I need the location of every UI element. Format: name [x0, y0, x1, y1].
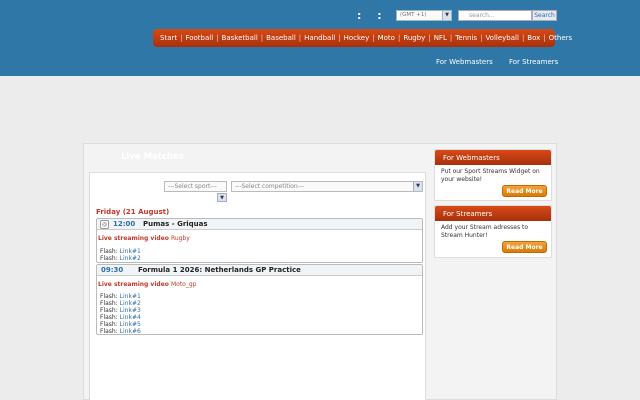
webmasters-box-text: Put our Sport Streams Widget on your web…	[441, 168, 540, 183]
nav-tennis[interactable]: Tennis	[455, 34, 477, 42]
link-for-streamers[interactable]: For Streamers	[509, 58, 558, 66]
nav-hockey[interactable]: Hockey	[344, 34, 370, 42]
nav-basketball[interactable]: Basketball	[222, 34, 258, 42]
nav-moto[interactable]: Moto	[378, 34, 395, 42]
search-input[interactable]: search...	[458, 10, 532, 21]
live-streaming-label: Live streaming video Rugby	[98, 235, 190, 242]
site-header: : : (GMT +1) ▼ search... Search Start | F…	[0, 0, 640, 76]
nav-handball[interactable]: Handball	[304, 34, 335, 42]
match-header[interactable]: 09:30 Formula 1 2026: Netherlands GP Pra…	[97, 265, 422, 276]
sport-nav: Start | Football | Basketball | Baseball | H…	[153, 29, 572, 47]
live-streaming-label: Live streaming video Moto_gp	[98, 281, 196, 288]
nav-football[interactable]: Football	[185, 34, 213, 42]
nav-start[interactable]: Start	[160, 34, 177, 42]
rugby-ball-icon: ◎	[100, 219, 109, 229]
stream-link-2[interactable]: Link#2	[120, 300, 141, 307]
page-title: Live Matches	[121, 152, 184, 162]
nav-rugby[interactable]: Rugby	[403, 34, 425, 42]
stream-link-1[interactable]: Link#1	[120, 293, 141, 300]
match-header[interactable]: ◎ 12:00 Pumas - Griquas	[97, 219, 422, 230]
match-card: 09:30 Formula 1 2026: Netherlands GP Pra…	[96, 264, 423, 335]
timezone-value: (GMT +1)	[400, 12, 427, 18]
clock: : :	[357, 9, 394, 22]
match-time: 09:30	[101, 266, 124, 274]
sport-name: Moto_gp	[170, 281, 197, 288]
stream-link-1[interactable]: Link#1	[120, 248, 141, 255]
sport-select[interactable]: ---Select sport---	[164, 181, 227, 192]
stream-links: Flash: Link#1 Flash: Link#2	[100, 248, 141, 262]
streamers-read-more-button[interactable]: Read More	[502, 241, 547, 253]
stream-link-3[interactable]: Link#3	[120, 307, 141, 314]
nav-others[interactable]: Others	[549, 34, 573, 42]
nav-nfl[interactable]: NFL	[434, 34, 447, 42]
stream-link-2[interactable]: Link#2	[120, 255, 141, 262]
nav-baseball[interactable]: Baseball	[266, 34, 296, 42]
streamers-box: For Streamers Add your Stream adresses t…	[434, 205, 552, 258]
competition-select-value: ---Select competition---	[235, 183, 305, 190]
streamers-box-title: For Streamers	[435, 206, 551, 221]
match-name[interactable]: Formula 1 2026: Netherlands GP Practice	[138, 266, 301, 274]
chevron-down-icon[interactable]: ▼	[217, 193, 227, 202]
webmasters-box: For Webmasters Put our Sport Streams Wid…	[434, 149, 552, 201]
match-time: 12:00	[113, 220, 136, 228]
sport-name: Rugby	[170, 235, 190, 242]
match-card: ◎ 12:00 Pumas - Griquas Live streaming v…	[96, 218, 423, 263]
link-for-webmasters[interactable]: For Webmasters	[436, 58, 493, 66]
webmasters-box-title: For Webmasters	[435, 150, 551, 165]
clock-sep-2: :	[377, 9, 382, 22]
day-heading: Friday (21 August)	[96, 208, 170, 216]
clock-sep-1: :	[357, 9, 362, 22]
chevron-down-icon: ▼	[442, 11, 451, 20]
search-button[interactable]: Search	[532, 10, 557, 21]
nav-box[interactable]: Box	[527, 34, 540, 42]
chevron-down-icon: ▼	[413, 182, 422, 191]
competition-select[interactable]: ---Select competition--- ▼	[231, 181, 423, 192]
webmasters-read-more-button[interactable]: Read More	[502, 185, 547, 197]
live-text: Live streaming video	[98, 235, 169, 242]
search-placeholder: search...	[469, 12, 495, 19]
streamers-box-text: Add your Stream adresses to Stream Hunte…	[441, 224, 529, 239]
stream-link-5[interactable]: Link#5	[120, 321, 141, 328]
stream-links: Flash: Link#1 Flash: Link#2 Flash: Link#…	[100, 293, 141, 335]
timezone-select[interactable]: (GMT +1) ▼	[396, 10, 452, 21]
stream-link-6[interactable]: Link#6	[120, 328, 141, 335]
sport-select-value: ---Select sport---	[168, 183, 217, 190]
match-name[interactable]: Pumas - Griquas	[143, 220, 208, 228]
stream-link-4[interactable]: Link#4	[120, 314, 141, 321]
live-text: Live streaming video	[98, 281, 169, 288]
nav-volleyball[interactable]: Volleyball	[485, 34, 519, 42]
